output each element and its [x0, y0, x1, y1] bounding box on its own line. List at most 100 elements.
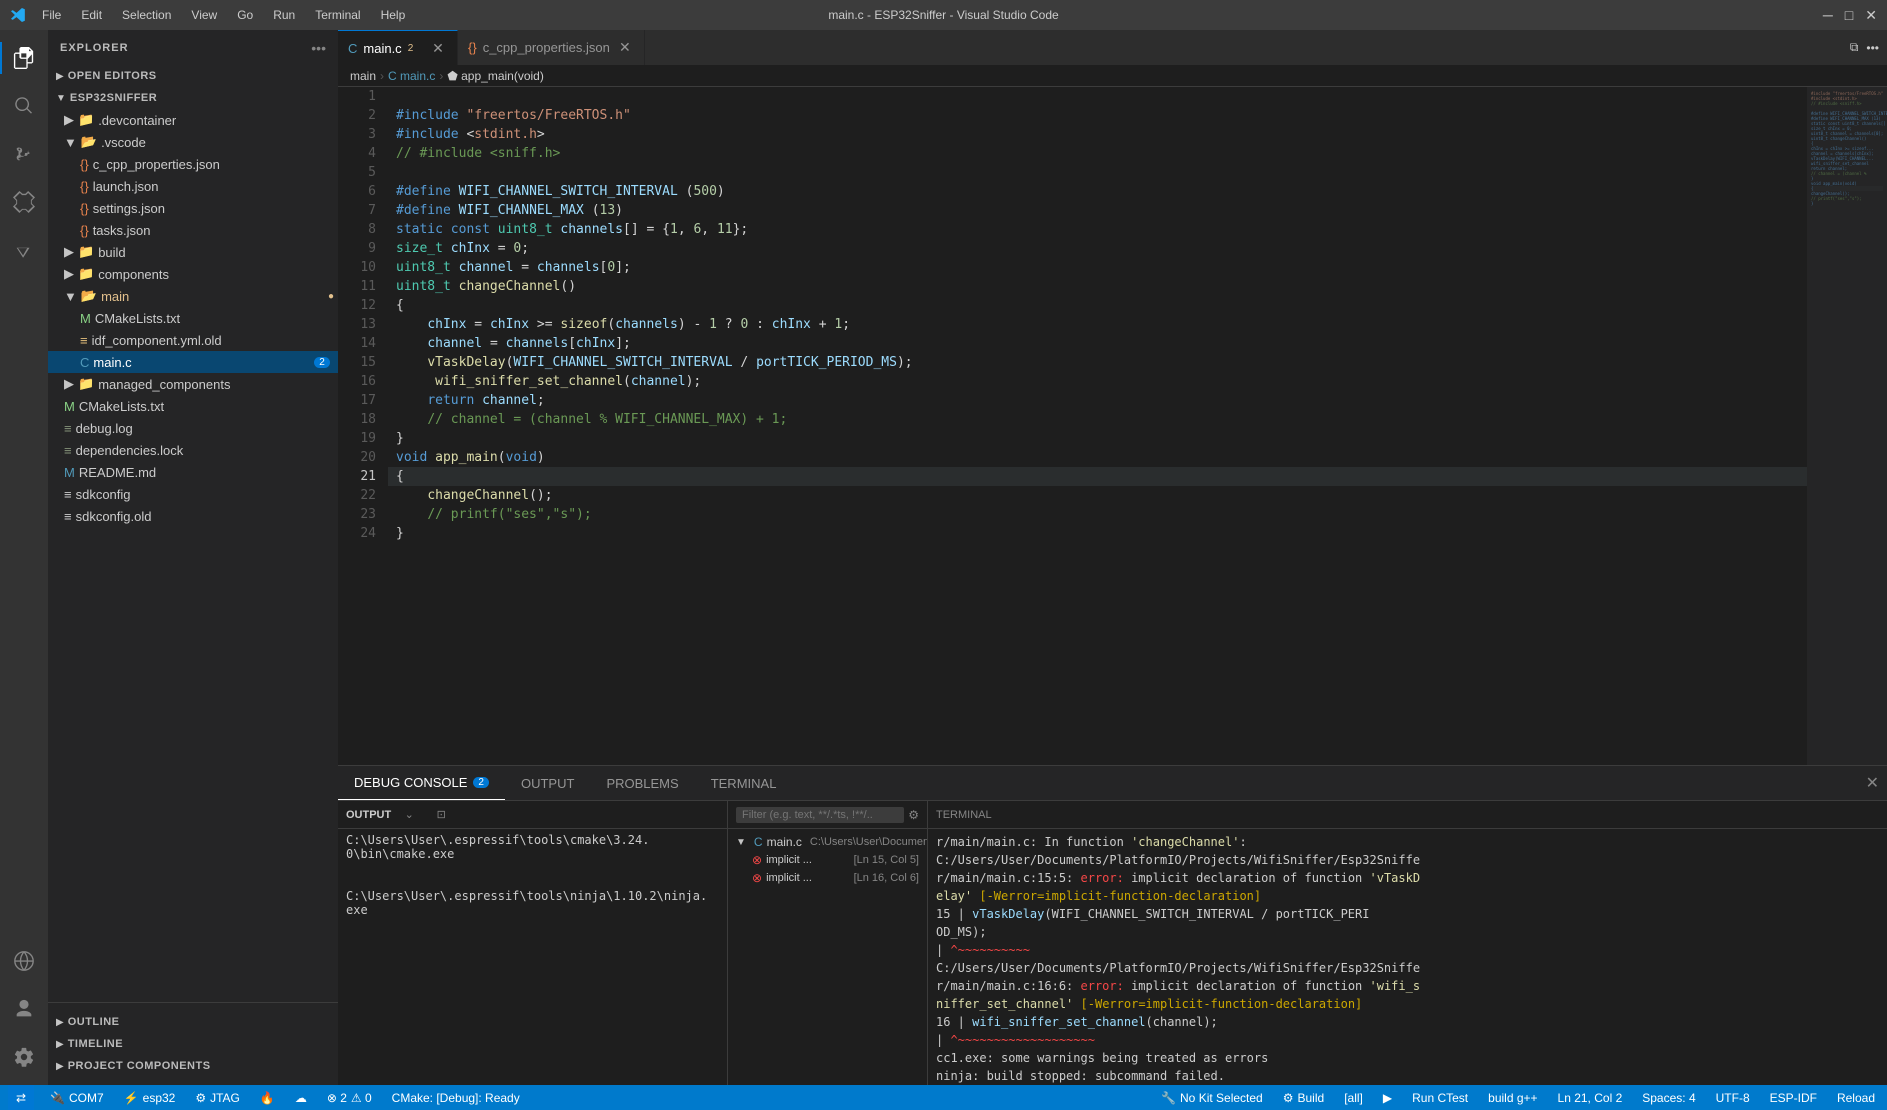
breadcrumb-symbol[interactable]: ⬟ app_main(void)	[447, 69, 543, 83]
breadcrumb-file[interactable]: C main.c	[388, 69, 435, 83]
panel-tab-debug-console[interactable]: DEBUG CONSOLE 2	[338, 766, 505, 800]
tree-item-debug-log[interactable]: ≡ debug.log	[48, 417, 338, 439]
menu-selection[interactable]: Selection	[114, 6, 179, 24]
status-errors[interactable]: ⊗ 2 ⚠ 0	[323, 1091, 376, 1105]
minimap[interactable]: #include "freertos/FreeRTOS.h" #include …	[1807, 87, 1887, 765]
tab-main-c-close[interactable]: ✕	[429, 39, 447, 57]
tree-item-main[interactable]: ▼ 📂 main ●	[48, 285, 338, 307]
minimize-button[interactable]: ─	[1823, 7, 1833, 24]
output-collapse-button[interactable]: ⌄	[395, 801, 423, 829]
status-no-kit[interactable]: 🔧 No Kit Selected	[1157, 1091, 1267, 1105]
tree-item-cmake-main[interactable]: M CMakeLists.txt	[48, 307, 338, 329]
status-build-gpp[interactable]: build g++	[1484, 1091, 1541, 1105]
panel-close[interactable]: ✕	[1866, 766, 1887, 800]
status-build-all[interactable]: [all]	[1340, 1091, 1367, 1105]
status-cursor[interactable]: Ln 21, Col 2	[1554, 1091, 1627, 1105]
prob-error-1[interactable]: ⊗ implicit ... [Ln 15, Col 5]	[728, 851, 927, 869]
status-board[interactable]: ⚡ esp32	[120, 1091, 180, 1105]
status-eol[interactable]: ESP-IDF	[1766, 1091, 1821, 1105]
status-fire[interactable]: 🔥	[256, 1091, 279, 1105]
menu-run[interactable]: Run	[265, 6, 303, 24]
menu-go[interactable]: Go	[229, 6, 261, 24]
status-remote[interactable]: ⇄	[8, 1085, 34, 1110]
status-run[interactable]: ▶	[1379, 1091, 1396, 1105]
status-encoding[interactable]: UTF-8	[1712, 1091, 1754, 1105]
tab-actions[interactable]: ⧉ •••	[1850, 30, 1887, 65]
open-editors-section[interactable]: ▶ OPEN EDITORS	[48, 65, 338, 87]
activity-search[interactable]	[0, 82, 48, 130]
split-editor-icon[interactable]: ⧉	[1850, 40, 1859, 55]
tab-main-c-icon: C	[348, 41, 357, 56]
sidebar-more-icon[interactable]: •••	[311, 40, 326, 56]
settings-icon: {}	[80, 201, 89, 216]
activity-source-control[interactable]	[0, 130, 48, 178]
tab-main-c[interactable]: C main.c 2 ✕	[338, 30, 458, 65]
output-line-5: C:\Users\User\.espressif\tools\ninja\1.1…	[346, 889, 719, 903]
status-jtag[interactable]: ⚙ JTAG	[191, 1091, 244, 1105]
tree-item-cmake-root[interactable]: M CMakeLists.txt	[48, 395, 338, 417]
tab-cpp-props-close[interactable]: ✕	[616, 39, 634, 57]
window-controls[interactable]: ─ □ ✕	[1823, 7, 1877, 24]
titlebar-menu[interactable]: File Edit Selection View Go Run Terminal…	[34, 6, 413, 24]
status-spaces[interactable]: Spaces: 4	[1638, 1091, 1699, 1105]
problems-filter-icon[interactable]: ⚙	[908, 808, 919, 822]
menu-file[interactable]: File	[34, 6, 69, 24]
code-area[interactable]: #include "freertos/FreeRTOS.h" #include …	[388, 87, 1807, 765]
prob-error-2[interactable]: ⊗ implicit ... [Ln 16, Col 6]	[728, 869, 927, 887]
panel-tab-problems[interactable]: PROBLEMS	[590, 766, 694, 800]
project-section[interactable]: ▼ ESP32SNIFFER	[48, 87, 338, 109]
restore-button[interactable]: □	[1845, 7, 1853, 24]
status-build[interactable]: ⚙ Build	[1279, 1091, 1328, 1105]
line-num-15: 15	[338, 353, 388, 372]
tree-item-idf[interactable]: ≡ idf_component.yml.old	[48, 329, 338, 351]
problems-filter-input[interactable]	[736, 807, 904, 823]
status-reload[interactable]: Reload	[1833, 1091, 1879, 1105]
tree-item-build[interactable]: ▶ 📁 build	[48, 241, 338, 263]
outline-section[interactable]: ▶ OUTLINE	[48, 1011, 338, 1033]
close-button[interactable]: ✕	[1865, 7, 1877, 24]
status-build-gpp-text: build g++	[1488, 1091, 1537, 1105]
panel-close-icon[interactable]: ✕	[1866, 773, 1879, 793]
menu-help[interactable]: Help	[373, 6, 414, 24]
panel-tab-terminal[interactable]: TERMINAL	[695, 766, 793, 800]
terminal-content[interactable]: r/main/main.c: In function 'changeChanne…	[928, 829, 1887, 1085]
status-cmake[interactable]: CMake: [Debug]: Ready	[388, 1091, 524, 1105]
activity-accounts[interactable]	[0, 985, 48, 1033]
tree-item-sdkconfig[interactable]: ≡ sdkconfig	[48, 483, 338, 505]
problems-file-row[interactable]: ▼ C main.c C:\Users\User\Document	[728, 833, 927, 851]
tree-item-cpp-props[interactable]: {} c_cpp_properties.json	[48, 153, 338, 175]
tree-item-sdkconfig-old[interactable]: ≡ sdkconfig.old	[48, 505, 338, 527]
sidebar-actions[interactable]: •••	[311, 40, 326, 56]
tree-item-tasks[interactable]: {} tasks.json	[48, 219, 338, 241]
status-port[interactable]: 🔌 COM7	[46, 1091, 108, 1105]
breadcrumb-main[interactable]: main	[350, 69, 376, 83]
tree-item-launch[interactable]: {} launch.json	[48, 175, 338, 197]
tree-item-devcontainer[interactable]: ▶ 📁 .devcontainer	[48, 109, 338, 131]
status-run-ctest[interactable]: Run CTest	[1408, 1091, 1472, 1105]
tree-item-main-c[interactable]: C main.c 2	[48, 351, 338, 373]
activity-debug[interactable]	[0, 226, 48, 274]
project-components-section[interactable]: ▶ PROJECT COMPONENTS	[48, 1055, 338, 1077]
tree-item-managed[interactable]: ▶ 📁 managed_components	[48, 373, 338, 395]
tree-item-vscode[interactable]: ▼ 📂 .vscode	[48, 131, 338, 153]
main-folder-name: main	[101, 289, 129, 304]
menu-edit[interactable]: Edit	[73, 6, 110, 24]
menu-terminal[interactable]: Terminal	[307, 6, 368, 24]
status-encoding-text: UTF-8	[1716, 1091, 1750, 1105]
tab-cpp-props[interactable]: {} c_cpp_properties.json ✕	[458, 30, 645, 65]
output-line-2: 0\bin\cmake.exe	[346, 847, 719, 861]
tree-item-deps-lock[interactable]: ≡ dependencies.lock	[48, 439, 338, 461]
tree-item-readme[interactable]: M README.md	[48, 461, 338, 483]
activity-explorer[interactable]	[0, 34, 48, 82]
tree-item-settings[interactable]: {} settings.json	[48, 197, 338, 219]
menu-view[interactable]: View	[183, 6, 225, 24]
output-maximize-button[interactable]: ⊡	[427, 801, 455, 829]
activity-settings[interactable]	[0, 1033, 48, 1081]
more-actions-icon[interactable]: •••	[1866, 41, 1879, 55]
activity-extensions[interactable]	[0, 178, 48, 226]
tree-item-components[interactable]: ▶ 📁 components	[48, 263, 338, 285]
activity-remote[interactable]	[0, 937, 48, 985]
status-env[interactable]: ☁	[291, 1091, 311, 1105]
timeline-section[interactable]: ▶ TIMELINE	[48, 1033, 338, 1055]
panel-tab-output[interactable]: OUTPUT	[505, 766, 590, 800]
